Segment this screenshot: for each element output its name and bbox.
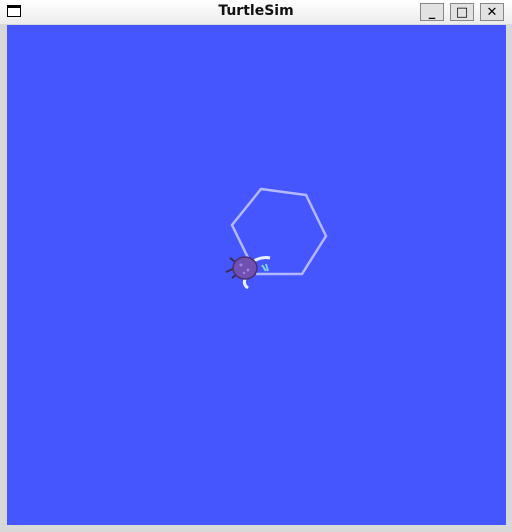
maximize-button[interactable]: □	[450, 3, 474, 21]
close-button[interactable]: ✕	[480, 3, 504, 21]
turtle-canvas	[7, 25, 506, 525]
minimize-button[interactable]: _	[420, 3, 444, 21]
title-bar[interactable]: TurtleSim _ □ ✕	[0, 0, 512, 24]
turtle-icon	[225, 256, 271, 290]
turtle-drawing	[225, 187, 328, 290]
